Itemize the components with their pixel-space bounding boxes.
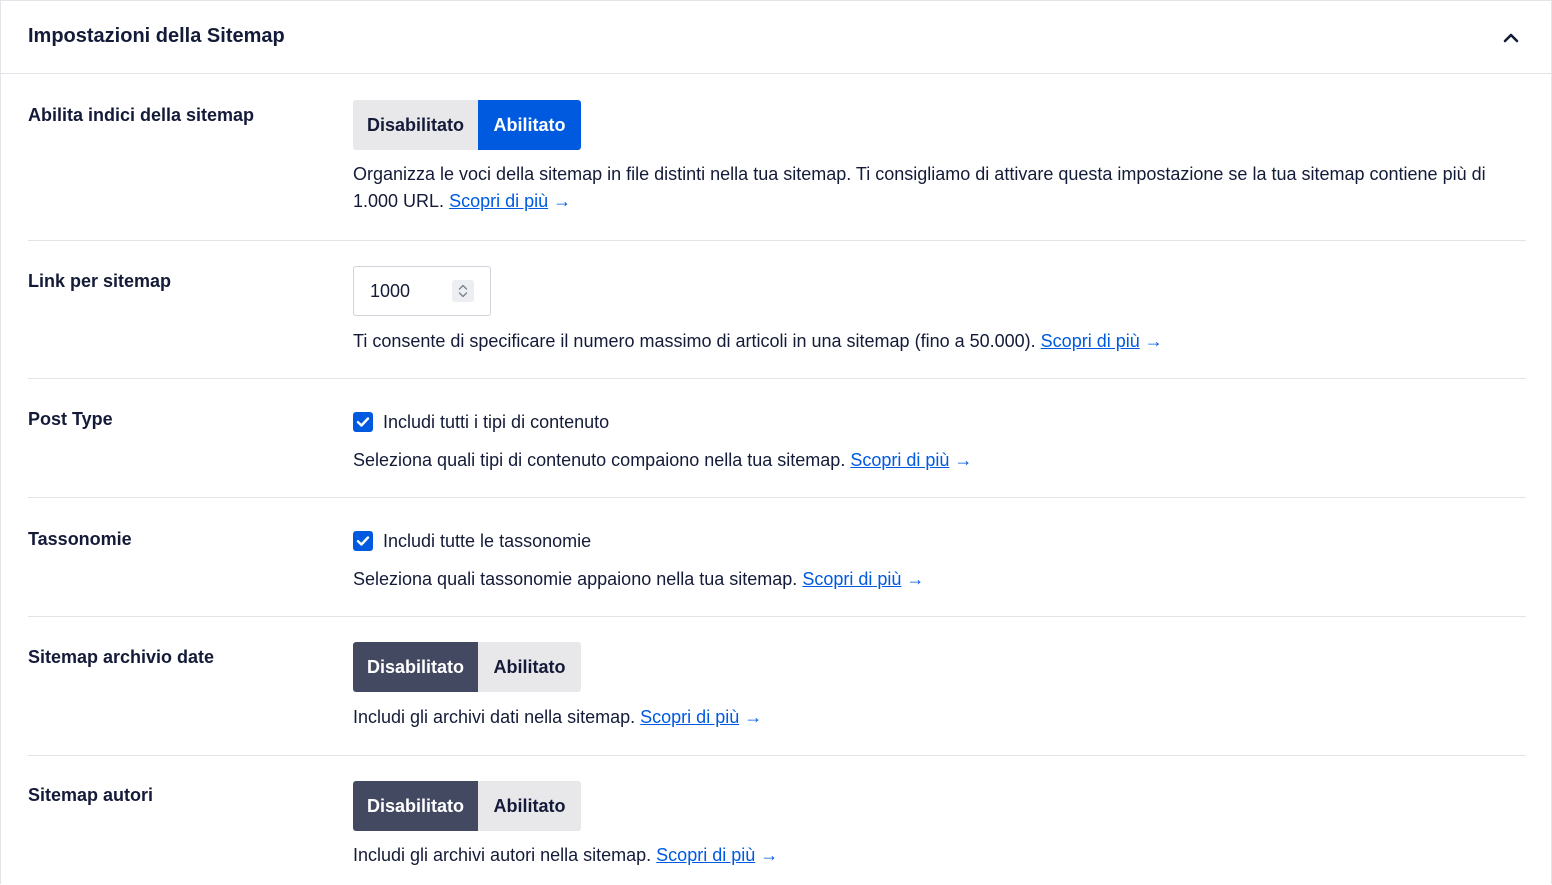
setting-label: Link per sitemap [28,271,172,291]
chevron-up-icon [1503,33,1519,43]
setting-description: Includi gli archivi dati nella sitemap. … [353,704,1513,731]
panel-title: Impostazioni della Sitemap [28,25,285,47]
learn-more-link[interactable]: Scopri di più [449,191,548,211]
date-archive-sitemap-toggle: Disabilitato Abilitato [353,642,581,692]
enabled-option-button[interactable]: Abilitato [478,100,581,150]
learn-more-link[interactable]: Scopri di più [640,707,739,727]
arrow-right-icon: → [760,845,779,865]
description-text: Ti consente di specificare il numero mas… [353,331,1036,351]
setting-row-date-archive-sitemap: Sitemap archivio date Disabilitato Abili… [28,617,1526,756]
setting-description: Organizza le voci della sitemap in file … [353,161,1513,215]
arrow-right-icon: → [906,569,925,589]
sitemap-indexes-toggle: Disabilitato Abilitato [353,100,581,150]
arrow-right-icon: → [744,707,763,727]
enabled-option-button[interactable]: Abilitato [478,781,581,831]
setting-row-links-per-sitemap: Link per sitemap 1000 Ti consente di spe… [28,241,1526,379]
setting-label: Sitemap archivio date [28,647,215,667]
enabled-option-button[interactable]: Abilitato [478,642,581,692]
description-text: Seleziona quali tipi di contenuto compai… [353,450,846,470]
include-all-taxonomies-checkbox[interactable] [353,531,373,551]
author-sitemap-toggle: Disabilitato Abilitato [353,781,581,831]
disabled-option-button[interactable]: Disabilitato [353,642,478,692]
include-all-post-types-option[interactable]: Includi tutti i tipi di contenuto [353,411,609,433]
arrow-right-icon: → [1144,331,1163,351]
description-text: Includi gli archivi autori nella sitemap… [353,845,652,865]
arrow-right-icon: → [954,450,973,470]
description-text: Seleziona quali tassonomie appaiono nell… [353,569,798,589]
arrow-right-icon: → [553,191,572,211]
learn-more-link[interactable]: Scopri di più [656,845,755,865]
number-value: 1000 [370,281,411,301]
disabled-option-button[interactable]: Disabilitato [353,100,478,150]
checkmark-icon [356,536,370,546]
setting-label: Tassonomie [28,529,132,549]
checkbox-label: Includi tutte le tassonomie [383,530,592,551]
setting-label: Sitemap autori [28,785,154,805]
disabled-option-button[interactable]: Disabilitato [353,781,478,831]
setting-label: Post Type [28,409,113,429]
setting-description: Ti consente di specificare il numero mas… [353,328,1513,355]
setting-description: Includi gli archivi autori nella sitemap… [353,842,1513,869]
include-all-post-types-checkbox[interactable] [353,412,373,432]
panel-header[interactable]: Impostazioni della Sitemap [1,1,1551,74]
learn-more-link[interactable]: Scopri di più [1041,331,1140,351]
setting-row-sitemap-indexes: Abilita indici della sitemap Disabilitat… [28,74,1526,241]
setting-row-post-type: Post Type Includi tutti i tipi di conten… [28,379,1526,498]
include-all-taxonomies-option[interactable]: Includi tutte le tassonomie [353,530,591,552]
learn-more-link[interactable]: Scopri di più [850,450,949,470]
checkmark-icon [356,417,370,427]
collapse-button[interactable] [1495,22,1527,54]
checkbox-label: Includi tutti i tipi di contenuto [383,411,610,432]
links-per-sitemap-input[interactable]: 1000 [353,266,491,316]
learn-more-link[interactable]: Scopri di più [802,569,901,589]
sitemap-settings-panel: Impostazioni della Sitemap Abilita indic… [0,0,1552,884]
setting-description: Seleziona quali tipi di contenuto compai… [353,447,1513,474]
description-text: Includi gli archivi dati nella sitemap. [353,707,636,727]
setting-row-author-sitemap: Sitemap autori Disabilitato Abilitato In… [28,756,1526,885]
setting-description: Seleziona quali tassonomie appaiono nell… [353,566,1513,593]
setting-label: Abilita indici della sitemap [28,105,255,125]
setting-row-taxonomies: Tassonomie Includi tutte le tassonomie S… [28,498,1526,617]
stepper-arrows-icon [458,284,468,298]
number-stepper[interactable] [452,280,474,302]
